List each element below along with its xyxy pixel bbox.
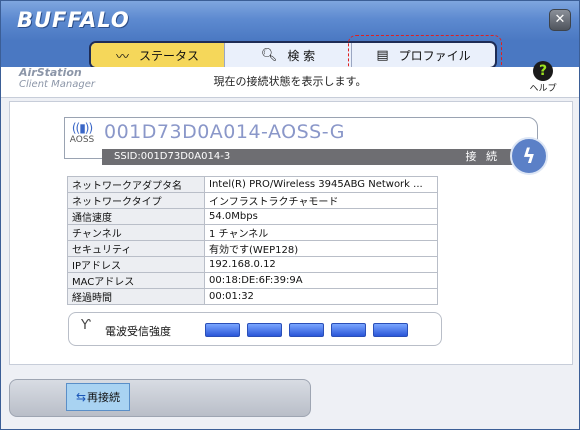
app-window: BUFFALO ✕ 〰 ステータス 🔍︎ 検 索 ▤ プロファイル AirSta… — [0, 0, 580, 430]
info-value: 54.0Mbps — [204, 208, 438, 225]
reconnect-icon: ⇆ — [75, 390, 87, 404]
brand-logo: BUFFALO — [17, 8, 130, 32]
signal-bar — [331, 323, 366, 337]
info-value: 1 チャンネル — [204, 224, 438, 241]
close-button[interactable]: ✕ — [549, 9, 571, 31]
table-row: セキュリティ 有効です(WEP128) — [67, 240, 438, 257]
signal-bar — [289, 323, 324, 337]
help-icon: ? — [533, 61, 553, 81]
info-key: ネットワークアダプタ名 — [67, 176, 205, 193]
info-key: IPアドレス — [67, 256, 205, 273]
info-value: 00:18:DE:6F:39:9A — [204, 272, 438, 289]
info-key: ネットワークタイプ — [67, 192, 205, 209]
info-key: MACアドレス — [67, 272, 205, 289]
signal-bar — [247, 323, 282, 337]
table-row: MACアドレス 00:18:DE:6F:39:9A — [67, 272, 438, 289]
info-value: 有効です(WEP128) — [204, 240, 438, 257]
table-row: 経過時間 00:01:32 — [67, 288, 438, 305]
help-label: ヘルプ — [529, 84, 557, 94]
signal-strength-box: Ƴ 電波受信強度 — [68, 312, 442, 346]
table-row: 通信速度 54.0Mbps — [67, 208, 438, 225]
info-table: ネットワークアダプタ名 Intel(R) PRO/Wireless 3945ABG… — [67, 176, 438, 305]
signal-bar — [205, 323, 240, 337]
reconnect-button[interactable]: ⇆ 再接続 — [66, 383, 130, 411]
reconnect-label: 再接続 — [87, 391, 121, 404]
help-button[interactable]: ? ヘルプ — [528, 61, 558, 94]
table-row: IPアドレス 192.168.0.12 — [67, 256, 438, 273]
info-value: 192.168.0.12 — [204, 256, 438, 273]
signal-bars — [205, 323, 408, 337]
status-panel: ((▮)) AOSS 001D73D0A014-AOSS-G SSID:001D… — [9, 101, 573, 365]
info-value: Intel(R) PRO/Wireless 3945ABG Network ..… — [204, 176, 438, 193]
tab-search-label: 検 索 — [287, 48, 316, 63]
connect-plug-icon[interactable]: ϟ — [510, 137, 548, 175]
tab-search[interactable]: 🔍︎ 検 索 — [225, 43, 352, 67]
tab-status-label: ステータス — [139, 48, 200, 63]
info-key: 経過時間 — [67, 288, 205, 305]
table-row: ネットワークタイプ インフラストラクチャモード — [67, 192, 438, 209]
table-row: チャンネル 1 チャンネル — [67, 224, 438, 241]
ssid-text: SSID:001D73D0A014-3 — [114, 151, 231, 162]
access-point-name: 001D73D0A014-AOSS-G — [104, 121, 346, 143]
magnifier-icon: 🔍︎ — [260, 47, 278, 63]
ssid-bar: SSID:001D73D0A014-3 接 続 — [102, 149, 522, 165]
info-value: 00:01:32 — [204, 288, 438, 305]
bottom-bar — [9, 379, 311, 417]
connection-status: 接 続 — [465, 150, 500, 163]
tab-status[interactable]: 〰 ステータス — [91, 43, 225, 67]
page-description: 現在の接続状態を表示します。 — [213, 75, 367, 88]
table-row: ネットワークアダプタ名 Intel(R) PRO/Wireless 3945ABG… — [67, 176, 438, 193]
signal-bar — [373, 323, 408, 337]
antenna-icon: Ƴ — [81, 318, 91, 333]
signal-wave-icon: 〰 — [115, 49, 129, 65]
signal-label: 電波受信強度 — [105, 325, 171, 338]
info-value: インフラストラクチャモード — [204, 192, 438, 209]
info-key: チャンネル — [67, 224, 205, 241]
aoss-icon: ((▮)) AOSS — [69, 121, 95, 145]
info-key: 通信速度 — [67, 208, 205, 225]
info-key: セキュリティ — [67, 240, 205, 257]
